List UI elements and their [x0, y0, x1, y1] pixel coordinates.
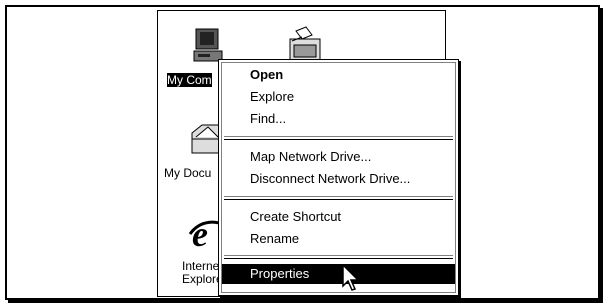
menu-item-map-network-drive[interactable]: Map Network Drive...	[222, 147, 455, 167]
menu-item-properties[interactable]: Properties	[222, 264, 455, 284]
context-menu-inner: Open Explore Find... Map Network Drive..…	[221, 62, 456, 293]
context-menu: Open Explore Find... Map Network Drive..…	[218, 59, 459, 296]
menu-item-rename[interactable]: Rename	[222, 229, 455, 249]
my-computer-label[interactable]: My Com	[167, 73, 212, 87]
menu-item-create-shortcut[interactable]: Create Shortcut	[222, 207, 455, 227]
menu-item-open[interactable]: Open	[222, 65, 455, 85]
menu-separator	[224, 136, 453, 140]
menu-item-find[interactable]: Find...	[222, 109, 455, 129]
menu-separator	[224, 255, 453, 259]
my-documents-label[interactable]: My Docu	[164, 166, 211, 180]
menu-item-disconnect-network-drive[interactable]: Disconnect Network Drive...	[222, 169, 455, 189]
menu-separator	[224, 196, 453, 200]
mouse-pointer-icon	[342, 263, 360, 297]
svg-text:e: e	[192, 216, 208, 252]
menu-item-explore[interactable]: Explore	[222, 87, 455, 107]
